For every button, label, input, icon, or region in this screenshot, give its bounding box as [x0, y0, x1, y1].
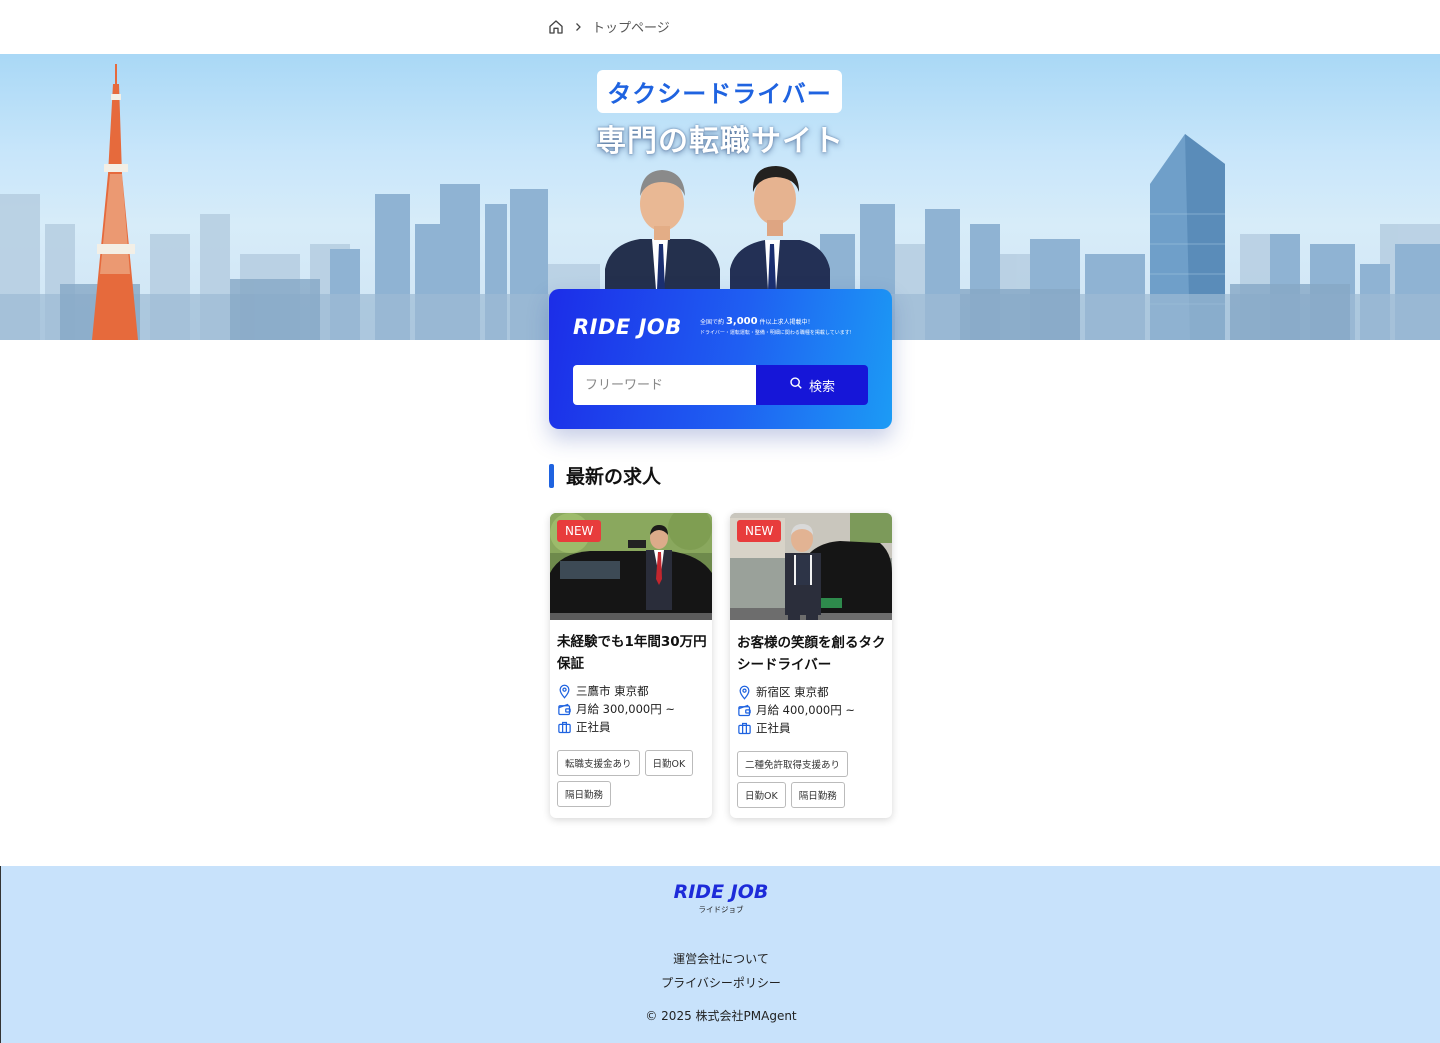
job-salary-text: 月給 400,000円 ~: [756, 703, 856, 717]
hero-tagline: タクシードライバー: [597, 70, 842, 113]
job-type-text: 正社員: [576, 720, 611, 734]
search-button[interactable]: 検索: [756, 365, 868, 405]
briefcase-icon: [557, 720, 572, 735]
footer-link-privacy[interactable]: プライバシーポリシー: [1, 974, 1440, 991]
promo-count: 3,000: [725, 316, 758, 327]
job-location: 新宿区 東京都: [737, 683, 855, 701]
footer-logo-sub: ライドジョブ: [698, 905, 744, 914]
job-meta: 三鷹市 東京都 月給 300,000円 ~ 正社員: [557, 682, 675, 736]
job-tag: 日勤OK: [644, 750, 694, 776]
job-tags: 二種免許取得支援あり 日勤OK 隔日勤務: [737, 751, 887, 808]
job-tag: 転職支援金あり: [557, 750, 640, 776]
section-heading: 最新の求人: [549, 462, 661, 489]
promo-prefix: 全国で約: [700, 319, 725, 326]
footer-copyright: © 2025 株式会社PMAgent: [645, 1009, 797, 1023]
search-icon: [789, 376, 803, 394]
section-title: 最新の求人: [566, 466, 662, 488]
job-card[interactable]: NEW 未経験でも1年間30万円保証 三鷹市 東京都 月給 300,000円 ~…: [550, 513, 712, 818]
search-input[interactable]: [573, 365, 756, 405]
promo-subline: ドライバー・運転運転・整備・明細に関わる職種を掲載しています!: [700, 330, 852, 336]
location-pin-icon: [557, 684, 572, 699]
job-salary-text: 月給 300,000円 ~: [576, 702, 676, 716]
job-salary: 月給 300,000円 ~: [557, 700, 675, 718]
job-tag: 隔日勤務: [557, 781, 612, 807]
promo-suffix: 件以上求人掲載中！: [759, 319, 814, 326]
job-title[interactable]: お客様の笑顔を創るタクシードライバー: [737, 632, 887, 676]
chevron-right-icon: [572, 21, 584, 33]
job-photo: NEW: [730, 513, 892, 620]
job-card[interactable]: NEW お客様の笑顔を創るタクシードライバー 新宿区 東京都 月給 400,00…: [730, 513, 892, 818]
job-meta: 新宿区 東京都 月給 400,000円 ~ 正社員: [737, 683, 855, 737]
breadcrumb: トップページ: [548, 17, 670, 36]
wallet-icon: [557, 702, 572, 717]
search-form: 検索: [573, 365, 868, 405]
job-title[interactable]: 未経験でも1年間30万円保証: [557, 631, 707, 675]
briefcase-icon: [737, 721, 752, 736]
section-accent-bar: [549, 463, 554, 488]
job-tag: 二種免許取得支援あり: [737, 751, 849, 777]
breadcrumb-current: トップページ: [592, 21, 670, 36]
job-tags: 転職支援金あり 日勤OK 隔日勤務: [557, 750, 707, 807]
job-type-text: 正社員: [756, 721, 791, 735]
job-type: 正社員: [737, 719, 855, 737]
footer-link-company[interactable]: 運営会社について: [1, 950, 1440, 967]
location-pin-icon: [737, 685, 752, 700]
job-salary: 月給 400,000円 ~: [737, 701, 855, 719]
search-button-label: 検索: [808, 379, 835, 395]
job-photo: NEW: [550, 513, 712, 620]
ridejob-logo: RIDE JOB: [573, 315, 682, 339]
job-location-text: 三鷹市 東京都: [576, 684, 649, 698]
footer-logo[interactable]: RIDE JOB: [1, 881, 1440, 903]
job-location-text: 新宿区 東京都: [756, 685, 829, 699]
job-type: 正社員: [557, 718, 675, 736]
job-tag: 日勤OK: [737, 782, 786, 808]
job-tag: 隔日勤務: [790, 782, 845, 808]
hero-title: 専門の転職サイト: [596, 124, 844, 159]
new-badge: NEW: [737, 520, 782, 542]
job-location: 三鷹市 東京都: [557, 682, 675, 700]
wallet-icon: [737, 703, 752, 718]
home-icon[interactable]: [548, 19, 564, 35]
breadcrumb-bar: トップページ: [0, 0, 1440, 54]
new-badge: NEW: [557, 520, 602, 542]
promo-text: 全国で約 3,000 件以上求人掲載中！ ドライバー・運転運転・整備・明細に関わ…: [700, 316, 852, 336]
search-card: RIDE JOB 全国で約 3,000 件以上求人掲載中！ ドライバー・運転運転…: [549, 289, 892, 429]
footer: RIDE JOB ライドジョブ 運営会社について プライバシーポリシー © 20…: [0, 866, 1440, 1043]
